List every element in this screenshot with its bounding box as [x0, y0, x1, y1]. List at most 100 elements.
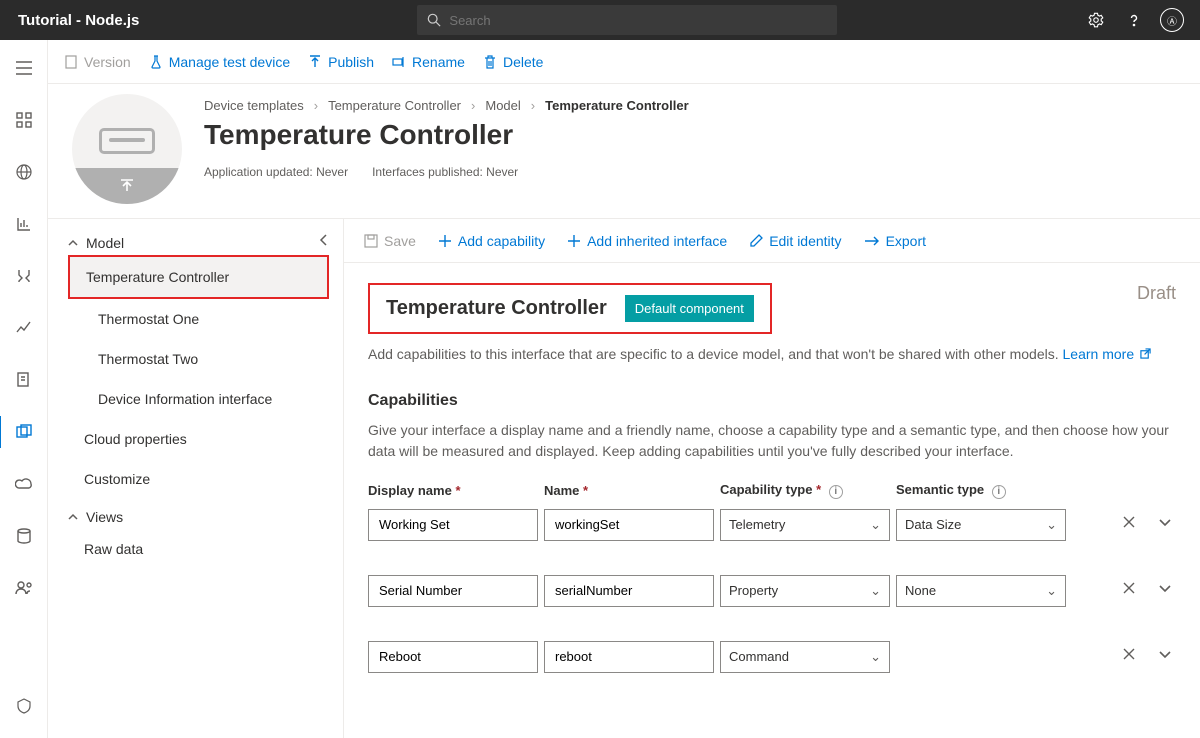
plus-icon [567, 234, 581, 248]
expand-row-icon[interactable] [1158, 515, 1172, 534]
chart-bar-icon[interactable] [4, 208, 44, 240]
search-box[interactable] [417, 5, 837, 35]
crumb-0[interactable]: Device templates [204, 98, 304, 113]
admin-icon[interactable] [4, 572, 44, 604]
name-input[interactable] [544, 575, 714, 607]
export-icon [864, 234, 880, 248]
sidebar-item-raw-data[interactable]: Raw data [48, 529, 343, 569]
topbar: Tutorial - Node.js Ⓐ [0, 0, 1200, 40]
name-input[interactable] [544, 509, 714, 541]
rules-icon[interactable] [4, 260, 44, 292]
status-draft: Draft [1137, 283, 1176, 304]
semantic-type-select[interactable]: Data Size⌄ [896, 509, 1066, 541]
main-area: Save Add capability Add inherited interf… [344, 219, 1200, 738]
save-icon [364, 234, 378, 248]
publish-button[interactable]: Publish [308, 54, 374, 70]
remove-row-icon[interactable] [1122, 647, 1136, 666]
help-icon[interactable] [1122, 8, 1146, 32]
display-name-input[interactable] [368, 641, 538, 673]
settings-icon[interactable] [1084, 8, 1108, 32]
trash-icon [483, 55, 497, 69]
semantic-type-select[interactable]: None⌄ [896, 575, 1066, 607]
sidebar-item-thermostat-two[interactable]: Thermostat Two [48, 339, 343, 379]
sidebar-item-thermostat-one[interactable]: Thermostat One [48, 299, 343, 339]
crumb-3: Temperature Controller [545, 98, 689, 113]
export-button[interactable]: Export [864, 233, 926, 249]
col-display-name: Display name [368, 483, 538, 498]
add-inherited-button[interactable]: Add inherited interface [567, 233, 727, 249]
analytics-icon[interactable] [4, 312, 44, 344]
chevron-up-icon [68, 238, 78, 248]
chevron-up-icon [68, 512, 78, 522]
expand-row-icon[interactable] [1158, 581, 1172, 600]
delete-button[interactable]: Delete [483, 54, 543, 70]
display-name-input[interactable] [368, 575, 538, 607]
model-group[interactable]: Model [48, 225, 343, 255]
breadcrumb: Device templates› Temperature Controller… [204, 98, 1176, 113]
collapse-panel-icon[interactable] [319, 233, 329, 249]
version-button: Version [64, 54, 131, 70]
capability-type-select[interactable]: Command⌄ [720, 641, 890, 673]
col-sem-type: Semantic type i [896, 482, 1066, 499]
save-button: Save [364, 233, 416, 249]
search-input[interactable] [449, 13, 827, 28]
interfaces-published-meta: Interfaces published: Never [372, 165, 518, 179]
globe-icon[interactable] [4, 156, 44, 188]
topbar-right: Ⓐ [1084, 8, 1200, 32]
sidebar-item-customize[interactable]: Customize [48, 459, 343, 499]
col-cap-type: Capability type i [720, 482, 890, 499]
sidebar-item-device-info[interactable]: Device Information interface [48, 379, 343, 419]
settings-rail-icon[interactable] [4, 690, 44, 722]
plus-icon [438, 234, 452, 248]
capability-row: Command⌄ [368, 641, 1176, 673]
rename-icon [392, 55, 406, 69]
display-name-input[interactable] [368, 509, 538, 541]
capabilities-desc: Give your interface a display name and a… [368, 420, 1176, 462]
command-bar: Version Manage test device Publish Renam… [48, 40, 1200, 84]
remove-row-icon[interactable] [1122, 581, 1136, 600]
add-capability-button[interactable]: Add capability [438, 233, 545, 249]
expand-row-icon[interactable] [1158, 647, 1172, 666]
app-title: Tutorial - Node.js [0, 12, 157, 29]
capability-type-select[interactable]: Property⌄ [720, 575, 890, 607]
cloud-icon[interactable] [4, 468, 44, 500]
capabilities-title: Capabilities [368, 392, 1176, 410]
upload-icon [308, 55, 322, 69]
pencil-icon [749, 234, 763, 248]
page-header: Device templates› Temperature Controller… [48, 84, 1200, 219]
manage-device-button[interactable]: Manage test device [149, 54, 290, 70]
info-icon[interactable]: i [829, 485, 843, 499]
component-header: Temperature Controller Default component [368, 283, 772, 334]
remove-row-icon[interactable] [1122, 515, 1136, 534]
sidebar-item-temperature-controller[interactable]: Temperature Controller [68, 255, 329, 299]
dashboard-icon[interactable] [4, 104, 44, 136]
rename-button[interactable]: Rename [392, 54, 465, 70]
flask-icon [149, 55, 163, 69]
info-icon[interactable]: i [992, 485, 1006, 499]
capability-type-select[interactable]: Telemetry⌄ [720, 509, 890, 541]
device-templates-icon[interactable] [0, 416, 47, 448]
search-icon [427, 13, 441, 27]
col-name: Name [544, 483, 714, 498]
avatar[interactable]: Ⓐ [1160, 8, 1184, 32]
name-input[interactable] [544, 641, 714, 673]
capability-row: Telemetry⌄ Data Size⌄ [368, 509, 1176, 541]
views-group[interactable]: Views [48, 499, 343, 529]
jobs-icon[interactable] [4, 364, 44, 396]
app-updated-meta: Application updated: Never [204, 165, 348, 179]
crumb-2[interactable]: Model [485, 98, 520, 113]
document-icon [64, 55, 78, 69]
page-title: Temperature Controller [204, 119, 1176, 151]
default-component-badge: Default component [625, 295, 754, 322]
hamburger-icon[interactable] [4, 52, 44, 84]
section-description: Add capabilities to this interface that … [368, 346, 1176, 362]
sidebar-item-cloud-properties[interactable]: Cloud properties [48, 419, 343, 459]
device-badge [72, 94, 182, 204]
side-panel: Model Temperature Controller Thermostat … [48, 219, 344, 738]
crumb-1[interactable]: Temperature Controller [328, 98, 461, 113]
learn-more-link[interactable]: Learn more [1063, 346, 1135, 362]
edit-identity-button[interactable]: Edit identity [749, 233, 841, 249]
capability-row: Property⌄ None⌄ [368, 575, 1176, 607]
external-link-icon [1140, 346, 1151, 362]
storage-icon[interactable] [4, 520, 44, 552]
